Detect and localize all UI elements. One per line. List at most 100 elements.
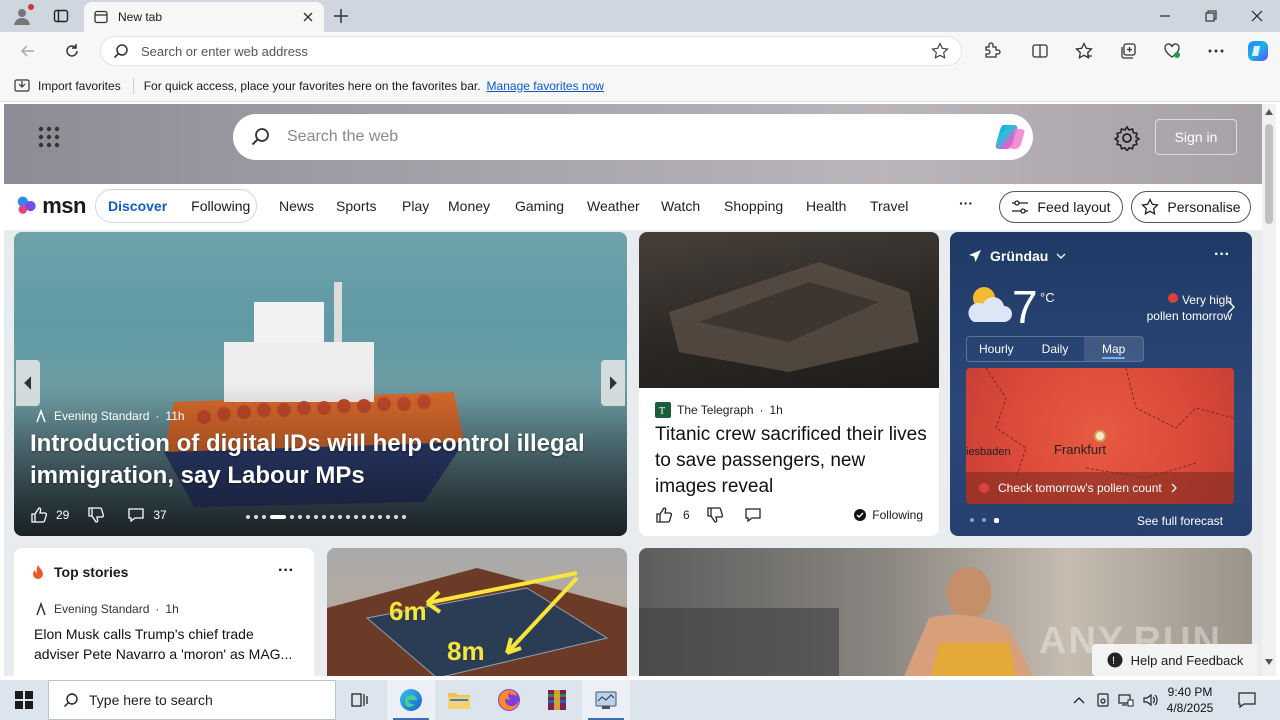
volume-tray-button[interactable] [1140, 690, 1160, 710]
see-full-forecast-button[interactable]: See full forecast [1126, 510, 1234, 532]
network-tray-button[interactable] [1116, 690, 1136, 710]
scroll-up-arrow-icon[interactable] [1265, 108, 1273, 116]
pollen-check-link[interactable]: Check tomorrow's pollen count [966, 472, 1234, 504]
pager-dot[interactable] [330, 515, 334, 519]
pager-dot[interactable] [290, 515, 294, 519]
extensions-button[interactable] [980, 40, 1004, 62]
pager-dot[interactable] [254, 515, 258, 519]
address-bar[interactable] [100, 36, 962, 66]
add-favorite-star-icon[interactable] [931, 42, 949, 60]
nav-link-news[interactable]: News [279, 198, 314, 214]
solar-roof-card[interactable]: 6m 8m [327, 548, 627, 676]
taskbar-search[interactable]: Type here to search [48, 680, 336, 720]
pager-dot[interactable] [322, 515, 326, 519]
task-view-button[interactable] [336, 680, 384, 720]
web-search-input[interactable] [287, 128, 1015, 146]
pager-dot[interactable] [370, 515, 374, 519]
comment-icon[interactable] [127, 506, 145, 524]
start-button[interactable] [0, 680, 48, 720]
weather-tab-daily[interactable]: Daily [1026, 337, 1085, 361]
close-tab-icon[interactable] [302, 11, 314, 23]
taskbar-network-app[interactable] [582, 680, 630, 720]
chevron-right-icon[interactable] [1226, 300, 1236, 314]
collections-button[interactable] [1116, 40, 1140, 62]
msn-logo[interactable]: msn [16, 192, 86, 220]
hero-news-card[interactable]: Evening Standard · 11h Introduction of d… [14, 232, 627, 536]
carousel-prev-button[interactable] [16, 360, 40, 406]
top-story-headline[interactable]: Elon Musk calls Trump's chief trade advi… [34, 624, 300, 664]
pager-dot[interactable] [314, 515, 318, 519]
pager-dot[interactable] [262, 515, 266, 519]
minimize-button[interactable] [1142, 0, 1188, 32]
split-screen-button[interactable] [1028, 40, 1052, 62]
nav-link-health[interactable]: Health [806, 198, 846, 214]
feed-layout-button[interactable]: Feed layout [999, 191, 1123, 223]
tab-following[interactable]: Following [179, 198, 262, 214]
tray-device-icon-button[interactable] [1093, 690, 1113, 710]
titanic-news-card[interactable]: T The Telegraph · 1h Titanic crew sacrif… [639, 232, 939, 536]
nav-link-money[interactable]: Money [448, 198, 490, 214]
pager-dot[interactable] [338, 515, 342, 519]
notifications-button[interactable] [1237, 690, 1257, 710]
page-scrollbar[interactable] [1262, 104, 1276, 676]
weather-tab-map[interactable]: Map [1084, 337, 1144, 361]
settings-and-more-button[interactable] [1204, 40, 1228, 62]
carousel-dots[interactable] [246, 515, 406, 519]
browser-tab[interactable]: New tab [84, 2, 324, 32]
pager-dot[interactable] [346, 515, 350, 519]
pager-dot[interactable] [362, 515, 366, 519]
following-badge[interactable]: Following [854, 508, 923, 522]
titanic-source[interactable]: T The Telegraph · 1h [655, 402, 783, 418]
copilot-button[interactable] [1245, 38, 1271, 64]
weather-more-button[interactable]: ··· [1214, 246, 1230, 264]
address-input[interactable] [141, 43, 931, 59]
titanic-headline[interactable]: Titanic crew sacrificed their lives to s… [655, 422, 931, 500]
app-launcher-button[interactable] [38, 126, 60, 148]
restore-button[interactable] [1188, 0, 1234, 32]
pager-dot[interactable] [394, 515, 398, 519]
page-settings-button[interactable] [1113, 125, 1141, 153]
manage-favorites-link[interactable]: Manage favorites now [487, 79, 604, 93]
thumbs-up-icon[interactable] [30, 506, 48, 524]
scroll-down-arrow-icon[interactable] [1265, 658, 1273, 666]
weather-pager-dots[interactable] [970, 518, 999, 523]
pollen-map[interactable]: Frankfurt iesbaden Check tomorrow's poll… [966, 368, 1234, 504]
thumbs-down-icon[interactable] [87, 506, 105, 524]
taskbar-edge[interactable] [387, 680, 435, 720]
nav-link-sports[interactable]: Sports [336, 198, 376, 214]
pager-dot[interactable] [970, 518, 974, 522]
thumbs-down-icon[interactable] [706, 506, 724, 524]
top-story-source[interactable]: Evening Standard · 1h [34, 602, 179, 616]
import-favorites-icon[interactable] [14, 78, 30, 94]
web-search-box[interactable] [233, 114, 1033, 160]
taskbar-clock[interactable]: 9:40 PM 4/8/2025 [1158, 684, 1222, 716]
pager-dot[interactable] [298, 515, 302, 519]
pager-dot[interactable] [306, 515, 310, 519]
taskbar-file-explorer[interactable] [435, 680, 483, 720]
pager-dot[interactable] [354, 515, 358, 519]
weather-location[interactable]: Gründau [968, 248, 1066, 264]
pager-dot[interactable] [994, 518, 999, 523]
show-hidden-icons-button[interactable] [1069, 690, 1089, 710]
browser-essentials-button[interactable] [1160, 40, 1184, 62]
top-stories-more-button[interactable]: ··· [278, 562, 294, 580]
pager-dot[interactable] [378, 515, 382, 519]
sign-in-button[interactable]: Sign in [1155, 119, 1237, 155]
nav-link-weather[interactable]: Weather [587, 198, 640, 214]
nav-link-play[interactable]: Play [402, 198, 429, 214]
tab-discover[interactable]: Discover [96, 198, 179, 214]
nav-more-button[interactable]: ··· [959, 195, 973, 211]
taskbar-winrar[interactable] [533, 680, 581, 720]
scroll-thumb[interactable] [1265, 124, 1273, 224]
help-feedback-button[interactable]: ! Help and Feedback [1092, 644, 1258, 676]
pager-dot[interactable] [270, 515, 286, 519]
comment-icon[interactable] [744, 506, 762, 524]
pollen-alert[interactable]: Very high pollen tomorrow [1122, 292, 1232, 324]
nav-link-travel[interactable]: Travel [870, 198, 908, 214]
new-tab-button[interactable] [330, 5, 352, 27]
pager-dot[interactable] [982, 518, 986, 522]
nav-link-shopping[interactable]: Shopping [724, 198, 783, 214]
back-button[interactable] [16, 40, 40, 62]
tab-actions-button[interactable] [48, 4, 74, 28]
personalise-button[interactable]: Personalise [1131, 191, 1251, 223]
